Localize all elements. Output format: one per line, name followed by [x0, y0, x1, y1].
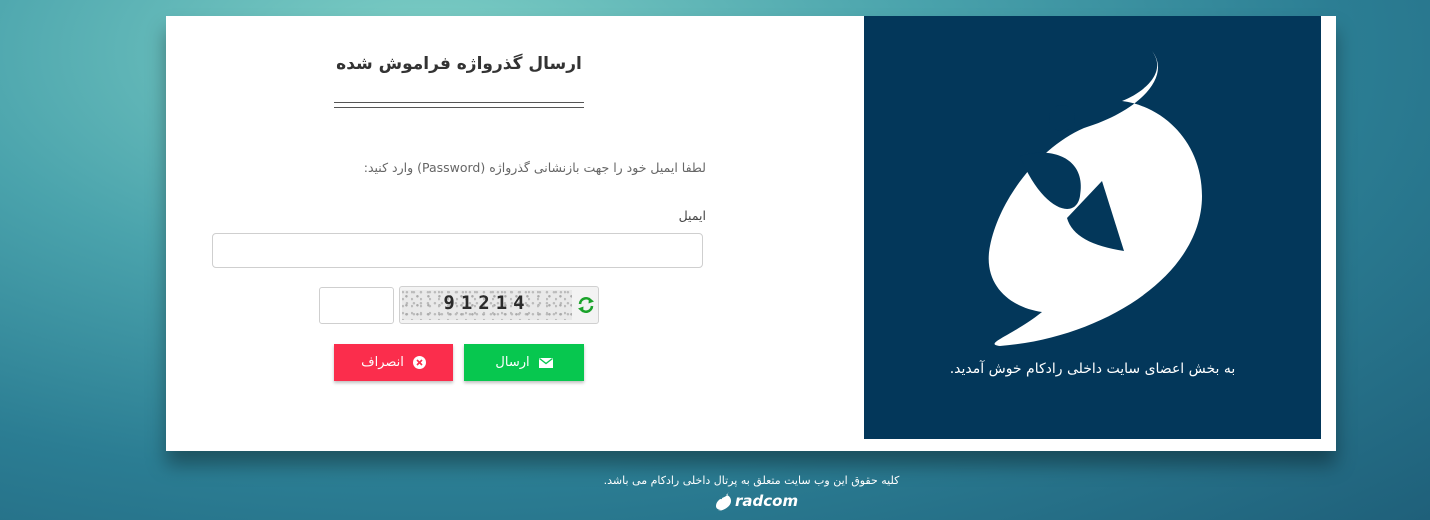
forgot-password-form: ارسال گذرواژه فراموش شده لطفا ایمیل خود …	[166, 16, 864, 451]
page-title: ارسال گذرواژه فراموش شده	[336, 54, 582, 74]
envelope-icon	[538, 357, 553, 368]
footer-logo-text: radcom	[735, 492, 799, 510]
cancel-button-label: انصراف	[361, 355, 404, 370]
radcom-logo-icon	[988, 51, 1202, 346]
login-card: ارسال گذرواژه فراموش شده لطفا ایمیل خود …	[166, 16, 1336, 451]
footer-logo[interactable]: radcom	[715, 489, 798, 513]
close-circle-icon	[412, 356, 426, 369]
captcha-input[interactable]	[319, 287, 394, 324]
radcom-logo-small-icon	[716, 492, 731, 511]
captcha-box: 91214	[399, 286, 599, 324]
refresh-icon[interactable]	[577, 296, 595, 314]
email-label: ایمیل	[678, 208, 706, 223]
captcha-image: 91214	[402, 290, 572, 320]
brand-panel: به بخش اعضای سایت داخلی رادکام خوش آمدید…	[864, 16, 1321, 439]
captcha-code: 91214	[443, 292, 531, 314]
send-button[interactable]: ارسال	[464, 344, 584, 381]
welcome-text: به بخش اعضای سایت داخلی رادکام خوش آمدید…	[949, 361, 1236, 377]
email-field[interactable]	[212, 233, 703, 268]
copyright-text: کلیه حقوق این وب سایت متعلق به پرتال داخ…	[603, 474, 900, 487]
send-button-label: ارسال	[495, 355, 530, 370]
title-divider	[334, 102, 584, 108]
instruction-text: لطفا ایمیل خود را جهت بازنشانی گذرواژه (…	[363, 160, 706, 175]
cancel-button[interactable]: انصراف	[334, 344, 453, 381]
